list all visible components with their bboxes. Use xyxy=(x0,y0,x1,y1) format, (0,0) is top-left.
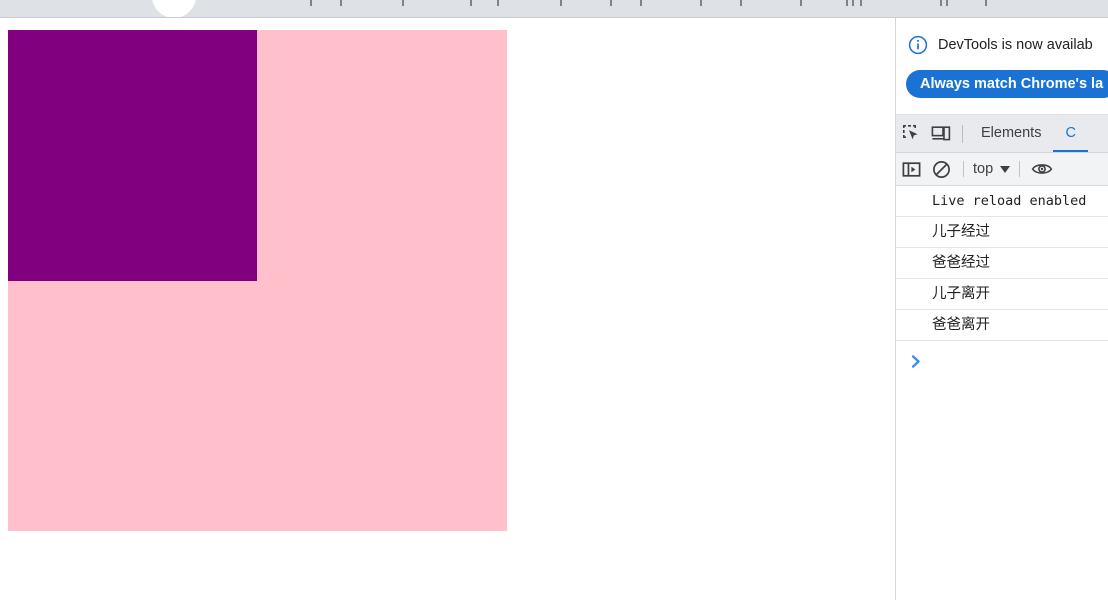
console-context-value: top xyxy=(973,161,994,177)
live-expression-eye-icon[interactable] xyxy=(1027,154,1057,184)
info-circle-icon xyxy=(908,35,928,55)
always-match-chrome-language-button[interactable]: Always match Chrome's la xyxy=(906,70,1108,98)
console-toolbar-divider-1 xyxy=(963,161,964,177)
father-box[interactable] xyxy=(8,30,507,531)
infobar-message-row: DevTools is now availab xyxy=(896,32,1108,58)
devtools-infobar: DevTools is now availab Always match Chr… xyxy=(896,18,1108,115)
browser-tab-shape[interactable] xyxy=(152,0,196,18)
son-box[interactable] xyxy=(8,30,257,281)
infobar-message: DevTools is now availab xyxy=(938,37,1093,53)
console-prompt-chevron-icon xyxy=(911,354,920,368)
clear-console-icon[interactable] xyxy=(926,154,956,184)
devtools-tabbar: Elements C xyxy=(896,115,1108,153)
console-toolbar: top xyxy=(896,153,1108,186)
page-viewport xyxy=(0,18,895,600)
devtools-panel: DevTools is now availab Always match Chr… xyxy=(895,18,1108,600)
console-sidebar-icon[interactable] xyxy=(896,154,926,184)
infobar-action-row: Always match Chrome's la xyxy=(896,70,1108,98)
device-toolbar-icon[interactable] xyxy=(926,119,956,149)
console-message-list[interactable]: Live reload enabled 儿子经过 爸爸经过 儿子离开 爸爸离开 xyxy=(896,186,1108,596)
console-message: 儿子经过 xyxy=(896,217,1108,248)
console-message: 儿子离开 xyxy=(896,279,1108,310)
console-input-row[interactable] xyxy=(896,341,1108,381)
tab-console[interactable]: C xyxy=(1053,115,1087,152)
console-message: 爸爸经过 xyxy=(896,248,1108,279)
chevron-down-icon xyxy=(1000,165,1011,173)
inspect-element-icon[interactable] xyxy=(896,119,926,149)
console-toolbar-divider-2 xyxy=(1019,161,1021,177)
console-context-selector[interactable]: top xyxy=(971,161,1012,177)
console-message: Live reload enabled xyxy=(896,186,1108,217)
browser-chrome-strip xyxy=(0,0,1108,18)
tab-elements[interactable]: Elements xyxy=(969,115,1053,152)
tabbar-divider xyxy=(962,124,963,143)
console-message: 爸爸离开 xyxy=(896,310,1108,341)
